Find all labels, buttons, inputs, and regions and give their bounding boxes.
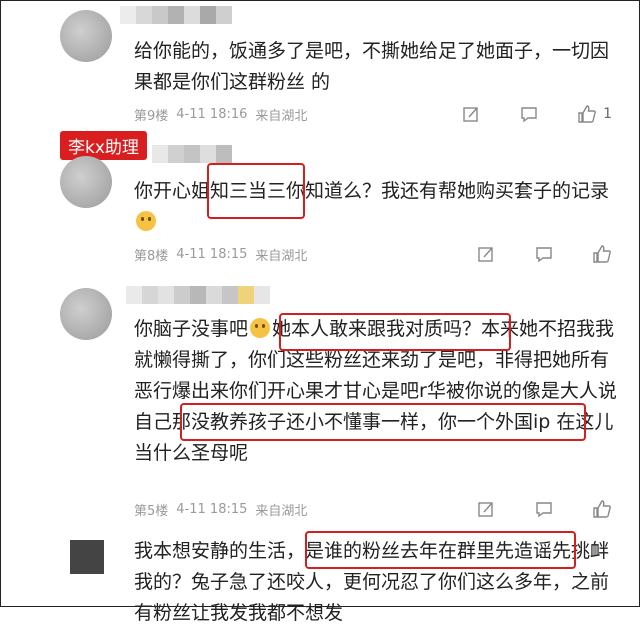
avatar[interactable] <box>60 288 112 340</box>
thumbs-up-icon[interactable] <box>577 104 597 124</box>
comment-icon[interactable] <box>534 499 554 519</box>
comment-text: 我本想安静的生活，是谁的粉丝去年在群里先造谣先挑衅我的？兔子急了还咬人，更何况忍… <box>134 536 624 629</box>
comment-date: 4-11 18:15 <box>176 246 248 262</box>
comment-location: 来自湖北 <box>255 248 308 264</box>
smile-emoji-icon <box>250 318 271 338</box>
highlighted-text: 是谁的粉丝去年在群里先造 <box>305 540 534 562</box>
comment-meta: 第5楼 4-11 18:15 来自湖北 <box>134 498 315 520</box>
comment-icon[interactable] <box>534 244 554 264</box>
comment-actions: 1 <box>423 101 612 127</box>
text-segment: 你脑子没事吧 <box>134 318 249 340</box>
comment-date: 4-11 18:16 <box>176 106 248 122</box>
thumbs-up-icon[interactable] <box>592 499 612 519</box>
thumbs-up-icon[interactable] <box>592 244 612 264</box>
highlighted-text: 她本人敢来跟我对质吗？ <box>272 318 482 340</box>
avatar[interactable] <box>60 156 112 208</box>
avatar[interactable] <box>60 10 112 62</box>
username-blurred[interactable] <box>126 286 270 304</box>
comment-text: 给你能的，饭通多了是吧，不撕她给足了她面子，一切因果都是你们这群粉丝 的 <box>134 40 610 93</box>
text-segment: 你知道么？我还有帮她购买套子的记录 <box>286 180 610 202</box>
text-segment: 你开心姐 <box>134 180 211 202</box>
comment-actions <box>438 241 612 267</box>
floor-number: 第9楼 <box>134 108 169 124</box>
username-blurred[interactable] <box>152 145 232 163</box>
username-blurred[interactable] <box>120 6 232 24</box>
comment-location: 来自湖北 <box>255 503 308 519</box>
floor-number: 第5楼 <box>134 503 169 519</box>
like-count: 1 <box>603 106 612 122</box>
comment-actions <box>438 496 612 522</box>
user-tag: 李kx助理 <box>60 131 147 160</box>
comment-text: 你脑子没事吧 她本人敢来跟我对质吗？本来她不招我我就懒得撕了，你们这些粉丝还来劲了… <box>134 314 624 469</box>
comment-location: 来自湖北 <box>255 108 308 124</box>
avatar[interactable] <box>70 540 104 574</box>
comment-text: 你开心姐知三当三你知道么？我还有帮她购买套子的记录 <box>134 176 624 238</box>
share-icon[interactable] <box>476 499 496 519</box>
text-segment: 我本想安静的生活， <box>134 540 306 562</box>
smile-emoji-icon <box>136 211 156 231</box>
highlighted-text: 知三当三 <box>210 180 287 202</box>
share-icon[interactable] <box>461 104 481 124</box>
comment-date: 4-11 18:15 <box>176 501 248 517</box>
comment-icon[interactable] <box>519 104 539 124</box>
floor-number: 第8楼 <box>134 248 169 264</box>
share-icon[interactable] <box>476 244 496 264</box>
comment-meta: 第8楼 4-11 18:15 来自湖北 <box>134 243 315 265</box>
comment-meta: 第9楼 4-11 18:16 来自湖北 <box>134 103 315 125</box>
